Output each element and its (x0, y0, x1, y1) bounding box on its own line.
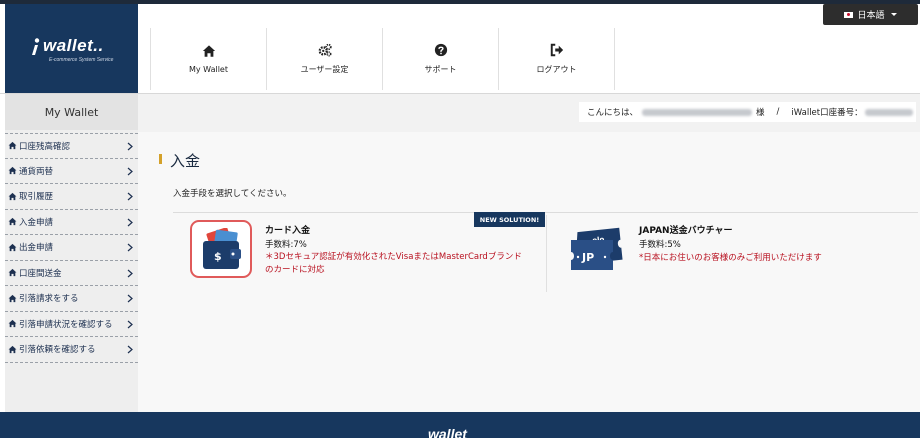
sidebar-item-debit-request[interactable]: 引落請求をする (5, 286, 138, 312)
chevron-right-icon (127, 142, 133, 151)
sidebar-item-debit-confirm[interactable]: 引落依頼を確認する (5, 337, 138, 363)
greeting-prefix: こんにちは、 (587, 108, 639, 118)
voucher-ticket-icon[interactable]: olo JP (569, 226, 625, 272)
sidebar-item-label: 取引履歴 (19, 192, 54, 203)
sidebar-item-label: 口座残高確認 (19, 141, 71, 152)
top-strip (0, 0, 920, 4)
sidebar-item-debit-status[interactable]: 引落申請状況を確認する (5, 312, 138, 337)
voucher-title[interactable]: JAPAN送金バウチャー (639, 223, 733, 236)
home-icon (8, 294, 17, 302)
account-label: iWallet口座番号： (791, 108, 863, 118)
sidebar: My Wallet 口座残高確認 通貨両替 取引履歴 入金申請 出金申請 口座間… (5, 94, 138, 412)
nav-item-support[interactable]: サポート (383, 28, 499, 90)
nav-item-logout[interactable]: ログアウト (499, 28, 615, 90)
brand-tagline: E-commerce System Service (49, 57, 114, 63)
sidebar-menu: 口座残高確認 通貨両替 取引履歴 入金申請 出金申請 口座間送金 引落請求をする… (5, 133, 138, 363)
brand-i-icon (32, 38, 40, 55)
sidebar-item-withdraw[interactable]: 出金申請 (5, 235, 138, 261)
home-icon (8, 345, 17, 353)
card-deposit-button[interactable]: $ (190, 220, 252, 278)
svg-text:JP: JP (581, 251, 594, 264)
sidebar-item-transfer[interactable]: 口座間送金 (5, 261, 138, 286)
gears-icon (318, 43, 332, 57)
chevron-right-icon (127, 294, 133, 303)
card-deposit-note: ＊3Dセキュア認証が有効化されたVisaまたはMasterCardブランドのカー… (265, 252, 522, 275)
redacted-account-number (864, 108, 913, 116)
chevron-right-icon (127, 269, 133, 277)
brand-name: wallet.. (43, 36, 104, 55)
brand-logo[interactable]: wallet.. E-commerce System Service (5, 4, 138, 93)
card-deposit-fee: 手数料:7% (265, 240, 307, 250)
top-nav: My Wallet ユーザー設定 サポート ログアウト (150, 28, 615, 90)
japan-flag-icon (844, 11, 854, 18)
chevron-right-icon (127, 167, 133, 175)
sidebar-item-label: 口座間送金 (19, 268, 62, 279)
question-icon (434, 43, 447, 57)
title-accent-mark (159, 154, 162, 164)
home-icon (202, 45, 215, 57)
nav-item-user-settings[interactable]: ユーザー設定 (267, 28, 383, 90)
nav-label: ログアウト (536, 65, 577, 74)
sidebar-item-history[interactable]: 取引履歴 (5, 184, 138, 210)
language-selector[interactable]: 日本語 (823, 4, 918, 25)
sidebar-item-label: 引落申請状況を確認する (19, 319, 113, 330)
cards-top-divider (173, 212, 918, 213)
cards-vertical-divider (546, 215, 547, 292)
home-icon (8, 167, 17, 175)
sidebar-item-label: 引落請求をする (19, 294, 79, 305)
sidebar-item-label: 引落依頼を確認する (19, 345, 96, 356)
sidebar-title: My Wallet (5, 94, 138, 130)
home-icon (8, 269, 17, 277)
chevron-right-icon (127, 345, 133, 354)
voucher-note: *日本にお住いのお客様のみご利用いただけます (639, 253, 822, 263)
chevron-right-icon (127, 218, 133, 226)
greeting-separator: / (776, 107, 780, 117)
page-title: 入金 (170, 152, 201, 170)
chevron-right-icon (127, 320, 133, 328)
home-icon (8, 142, 17, 150)
nav-label: サポート (424, 65, 457, 74)
svg-text:$: $ (214, 250, 222, 263)
home-icon (8, 243, 17, 251)
sidebar-item-balance[interactable]: 口座残高確認 (5, 133, 138, 159)
sign-out-icon (550, 43, 563, 57)
greeting-box: こんにちは、 様 / iWallet口座番号： (579, 102, 916, 122)
sidebar-item-exchange[interactable]: 通貨両替 (5, 159, 138, 184)
footer: wallet (0, 412, 920, 438)
home-icon (8, 320, 17, 328)
voucher-fee: 手数料:5% (639, 240, 681, 250)
sidebar-item-label: 出金申請 (19, 243, 54, 254)
home-icon (8, 192, 17, 200)
greeting-honorific: 様 (756, 108, 765, 118)
instruction-text: 入金手段を選択してください。 (173, 189, 292, 199)
wallet-icon: $ (203, 228, 241, 269)
sidebar-item-label: 入金申請 (19, 217, 54, 228)
sidebar-item-label: 通貨両替 (19, 166, 54, 177)
home-icon (8, 218, 17, 226)
language-label: 日本語 (857, 11, 885, 21)
card-deposit-title[interactable]: カード入金 (265, 223, 310, 236)
footer-logo: wallet (428, 426, 467, 438)
nav-label: My Wallet (189, 65, 228, 74)
new-solution-badge: NEW SOLUTION! (474, 212, 545, 227)
nav-item-my-wallet[interactable]: My Wallet (151, 28, 267, 90)
nav-label: ユーザー設定 (300, 65, 349, 74)
sidebar-item-deposit[interactable]: 入金申請 (5, 210, 138, 235)
redacted-user-name (642, 108, 753, 116)
chevron-right-icon (127, 243, 133, 252)
chevron-right-icon (127, 192, 133, 201)
caret-down-icon (890, 13, 897, 16)
